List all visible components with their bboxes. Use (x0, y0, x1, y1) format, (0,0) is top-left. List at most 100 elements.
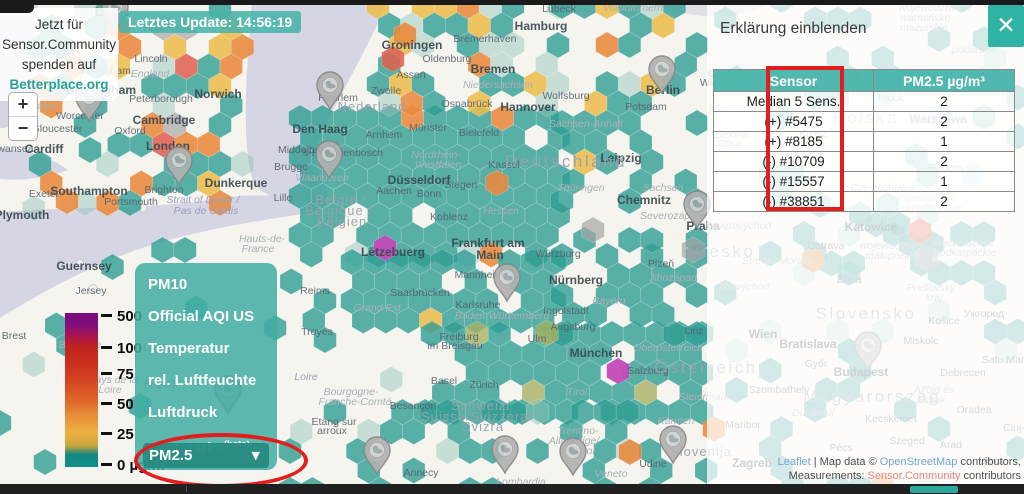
map-place-label: Ulm (528, 333, 547, 345)
table-cell: 2 (874, 192, 1015, 212)
table-header-pm25: PM2.5 µg/m³ (874, 70, 1015, 92)
map-place-label: Bonn (417, 188, 442, 200)
map-place-label: Lincoln (134, 53, 167, 65)
leaflet-link[interactable]: Leaflet (778, 456, 811, 468)
table-row: (-) #155571 (714, 172, 1015, 192)
menu-item-temperatur[interactable]: Temperatur (135, 333, 277, 365)
map-place-label: Annecy (403, 467, 439, 479)
attribution-text: contributors (960, 470, 1021, 482)
last-update-badge: Letztes Update: 14:56:19 (119, 11, 301, 33)
map-place-label: Baden-Württemberg (455, 310, 550, 322)
map-place-label: Exeter (29, 188, 60, 200)
map-place-label: Tirol (567, 386, 588, 398)
legend-tick-dash (101, 432, 112, 435)
map-place-label: Norwich (194, 87, 241, 101)
map-place-label: Brest (2, 330, 27, 342)
map-place-label: Bremen (471, 62, 516, 76)
table-cell: 2 (874, 112, 1015, 132)
map-place-label: Bremerhaven (453, 33, 516, 45)
sensor-table-body: Median 5 Sens.2(+) #54752(+) #81851(-) #… (714, 92, 1015, 212)
map-place-label: Zwolle (371, 85, 402, 97)
donation-box: Jetzt für Sensor.Community spenden auf B… (0, 8, 118, 101)
map-place-label: Aachen (376, 185, 412, 197)
map-place-label: Würzburg (535, 248, 581, 260)
menu-item-luftdruck[interactable]: Luftdruck (135, 397, 277, 429)
table-cell: 1 (874, 172, 1015, 192)
donation-line: Jetzt für (0, 15, 118, 35)
map-place-label: Hannover (500, 100, 556, 114)
map-place-label: Nederland (338, 99, 407, 114)
map-place-label: Guernsey (56, 259, 112, 273)
menu-item-official-aqi-us[interactable]: Official AQI US (135, 301, 277, 333)
zoom-in-button[interactable]: + (9, 93, 37, 116)
map-place-label: München (570, 346, 623, 360)
map-place-label: Veneto (595, 468, 628, 480)
legend-tick-dash (101, 314, 112, 317)
map-place-label: Oxford (114, 125, 146, 137)
map-place-label: Dunkerque (205, 176, 268, 190)
map-place-label: Oldenburg (422, 53, 471, 65)
attribution-text: contributors, (957, 456, 1021, 468)
map-place-label: Niedersachsen (463, 79, 533, 91)
map-place-label: Troyes (301, 326, 333, 338)
map-place-label: Westfalen (415, 159, 462, 171)
zoom-control: + − (8, 92, 38, 141)
close-panel-button[interactable]: ✕ (988, 5, 1024, 47)
map-place-label: Portsmouth (104, 196, 158, 208)
map-place-label: Grand Est (353, 302, 401, 314)
legend-gradient-bar (65, 313, 98, 467)
zoom-out-button[interactable]: − (9, 117, 37, 140)
menu-item-rel-luftfeuchte[interactable]: rel. Luftfeuchte (135, 365, 277, 397)
map-place-label: Worcester (56, 110, 104, 122)
map-place-label: France (242, 243, 275, 255)
legend-tick-dash (101, 402, 112, 405)
legend-tick-label: 25 (117, 426, 134, 443)
map-place-label: Linz (684, 325, 703, 337)
map-place-label: Oberösterreich (633, 342, 703, 354)
map-place-label: im Breisgau (427, 340, 483, 352)
map-place-label: Sachsen-Anhalt (549, 118, 624, 130)
app-window: LeedsHullLiverpoolLincolnNottinghamEngla… (0, 0, 1024, 494)
table-row: (-) #107092 (714, 152, 1015, 172)
taskbar-active-app[interactable] (910, 486, 958, 493)
table-cell: 1 (874, 132, 1015, 152)
map-place-label: Pas de Calais (174, 205, 240, 217)
map-place-label: Ingolstadt (543, 305, 589, 317)
map-place-label: Arnhem (366, 129, 403, 141)
map-place-label: Kärnten (658, 415, 695, 427)
sensor-table: Sensor PM2.5 µg/m³ Median 5 Sens.2(+) #5… (713, 69, 1015, 212)
map-place-label: Lëtzebuerg (361, 245, 425, 259)
map-place-label: Loire (294, 371, 318, 383)
map-place-label: Bayern (592, 295, 625, 307)
taskbar (0, 484, 1024, 494)
map-place-label: Main (476, 248, 503, 262)
map-place-label: Udine (639, 458, 667, 470)
map-place-label: Franche-Comté (319, 396, 392, 408)
map-place-label: Plzeň (648, 258, 674, 270)
explanation-toggle[interactable]: Erklärung einblenden (720, 20, 867, 38)
map-place-label: Siegen (445, 179, 478, 191)
sensor-community-link[interactable]: Sensor.Community (868, 470, 961, 482)
map-place-label: Deutschland (505, 152, 627, 171)
table-header-row: Sensor PM2.5 µg/m³ (714, 70, 1015, 92)
betterplace-link[interactable]: Betterplace.org (9, 77, 108, 92)
map-place-label: Münster (409, 122, 447, 134)
donation-line: Sensor.Community (0, 35, 118, 55)
menu-item-pm10[interactable]: PM10 (135, 269, 277, 301)
legend-tick-dash (101, 463, 112, 466)
annotation-rect (766, 66, 844, 211)
map-place-label: Reims (300, 285, 330, 297)
osm-link[interactable]: OpenStreetMap (880, 456, 958, 468)
map-place-label: Chemnitz (617, 193, 671, 207)
map-place-label: Groningen (382, 38, 443, 52)
map-place-label: Koblenz (430, 211, 468, 223)
map-place-label: Basel (431, 375, 457, 387)
map-place-label: Nürnberg (549, 273, 603, 287)
legend-tick-dash (101, 346, 112, 349)
map-place-label: Hamburg (515, 19, 568, 33)
map-place-label: Lille (274, 192, 293, 204)
map-place-label: Gloucester (32, 123, 83, 135)
map-place-label: Cardiff (25, 142, 65, 156)
map-place-label: Peterborough (129, 93, 193, 105)
taskbar-divider (186, 486, 187, 492)
